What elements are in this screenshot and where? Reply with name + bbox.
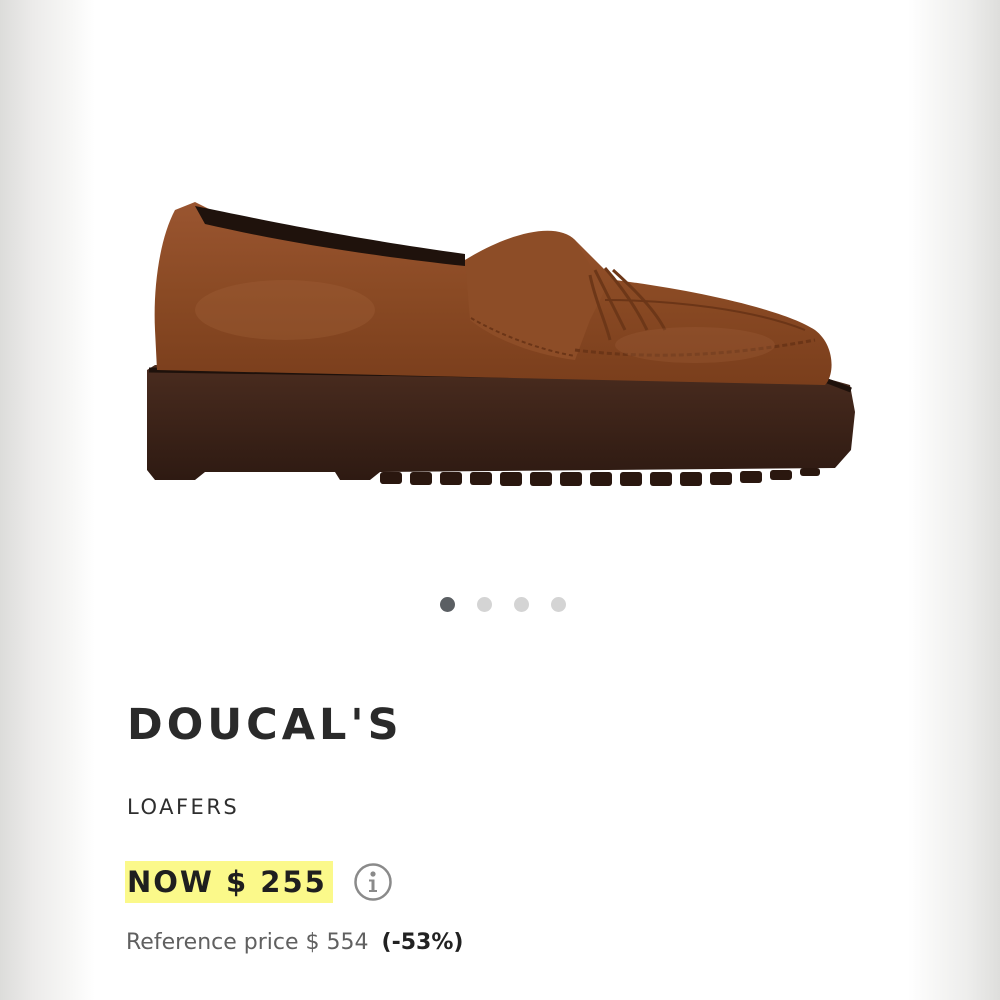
gallery-dot-1[interactable] bbox=[440, 597, 455, 612]
current-price: NOW $ 255 bbox=[125, 861, 333, 903]
gallery-dot-3[interactable] bbox=[514, 597, 529, 612]
discount-percent: (-53%) bbox=[381, 930, 464, 955]
reference-amount: $ 554 bbox=[305, 930, 369, 955]
price-row: NOW $ 255 bbox=[125, 858, 393, 906]
product-card: DOUCAL'S LOAFERS NOW $ 255 Reference pri… bbox=[95, 0, 908, 1000]
background-left-blur bbox=[0, 0, 95, 1000]
background-right-blur bbox=[908, 0, 1000, 1000]
product-category: LOAFERS bbox=[127, 795, 240, 819]
reference-label: Reference price bbox=[126, 930, 299, 955]
gallery-dot-2[interactable] bbox=[477, 597, 492, 612]
reference-price: Reference price $ 554 (-53%) bbox=[126, 930, 463, 955]
gallery-dot-4[interactable] bbox=[551, 597, 566, 612]
brand-name[interactable]: DOUCAL'S bbox=[127, 700, 403, 750]
product-gallery[interactable] bbox=[95, 0, 908, 612]
info-icon[interactable] bbox=[353, 862, 393, 902]
product-image bbox=[147, 202, 855, 486]
gallery-pagination bbox=[95, 597, 908, 612]
